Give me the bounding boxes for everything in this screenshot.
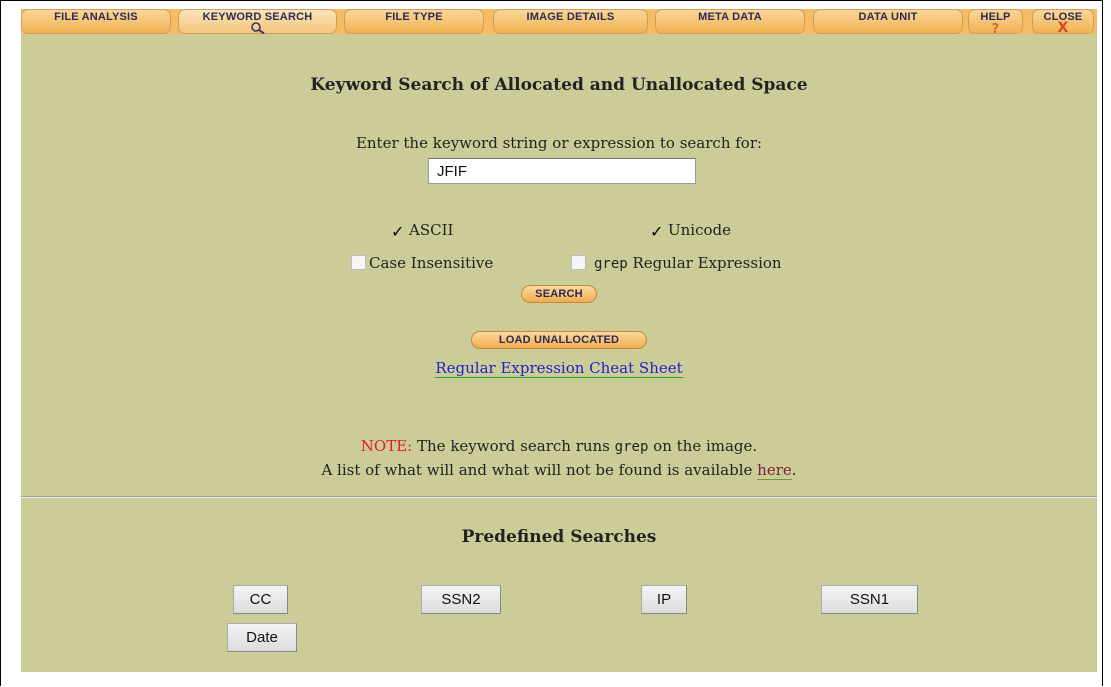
unicode-option[interactable]: ✓ Unicode xyxy=(650,221,731,241)
ascii-label: ASCII xyxy=(409,221,454,239)
grep-regex-checkbox[interactable] xyxy=(571,255,586,270)
tab-bar: File Analysis Keyword Search File Type I… xyxy=(21,9,1097,37)
cheat-sheet-link-row: Regular Expression Cheat Sheet xyxy=(21,359,1097,378)
case-insensitive-option[interactable]: Case Insensitive xyxy=(351,254,493,272)
tab-label: Data Unit xyxy=(858,11,918,23)
predefined-ip-button[interactable]: IP xyxy=(641,585,687,614)
note-code: grep xyxy=(614,439,649,455)
close-x-icon: X xyxy=(1057,20,1069,36)
grep-code-text: grep xyxy=(594,256,628,272)
note-period: . xyxy=(791,461,797,479)
load-unallocated-button[interactable]: Load Unallocated xyxy=(471,331,647,349)
case-insensitive-label: Case Insensitive xyxy=(369,254,494,272)
note-text: A list of what will and what will not be… xyxy=(321,461,753,479)
note-text: on the image. xyxy=(653,437,758,455)
predefined-searches-title: Predefined Searches xyxy=(461,527,657,547)
here-link[interactable]: here xyxy=(757,461,792,480)
tab-data-unit[interactable]: Data Unit xyxy=(813,9,963,34)
tab-label: File Type xyxy=(385,11,443,23)
grep-regex-label: Regular Expression xyxy=(632,254,782,272)
predefined-ssn1-button[interactable]: SSN1 xyxy=(821,585,918,614)
keyword-input[interactable] xyxy=(428,158,696,184)
tab-label: Image Details xyxy=(526,11,615,23)
tab-file-type[interactable]: File Type xyxy=(344,9,484,34)
unicode-checkbox[interactable]: ✓ xyxy=(650,224,665,241)
case-insensitive-checkbox[interactable] xyxy=(351,255,366,270)
tab-close[interactable]: Close X xyxy=(1032,9,1094,36)
note-line-1: NOTE: The keyword search runs grep on th… xyxy=(21,437,1097,455)
ascii-checkbox[interactable]: ✓ xyxy=(391,224,406,241)
section-divider xyxy=(21,496,1097,498)
cheat-sheet-link[interactable]: Regular Expression Cheat Sheet xyxy=(435,359,683,378)
question-mark-icon: ? xyxy=(991,22,1000,37)
keyword-prompt: Enter the keyword string or expression t… xyxy=(355,134,763,152)
predefined-date-button[interactable]: Date xyxy=(227,623,297,652)
page-title: Keyword Search of Allocated and Unalloca… xyxy=(310,75,808,95)
predefined-ssn2-button[interactable]: SSN2 xyxy=(421,585,501,614)
magnifier-icon xyxy=(179,22,336,35)
ascii-option[interactable]: ✓ ASCII xyxy=(391,221,453,241)
tab-label: Meta Data xyxy=(698,11,762,23)
note-line-2: A list of what will and what will not be… xyxy=(21,461,1097,480)
page: File Analysis Keyword Search File Type I… xyxy=(21,9,1097,672)
tab-file-analysis[interactable]: File Analysis xyxy=(21,9,171,34)
tab-meta-data[interactable]: Meta Data xyxy=(655,9,805,34)
unicode-label: Unicode xyxy=(668,221,732,239)
grep-regex-option[interactable]: grep Regular Expression xyxy=(571,254,782,272)
search-button[interactable]: Search xyxy=(521,285,597,303)
predefined-cc-button[interactable]: CC xyxy=(233,585,288,614)
note-text: The keyword search runs xyxy=(417,437,610,455)
note-label: NOTE: xyxy=(360,437,413,455)
tab-help[interactable]: Help ? xyxy=(968,9,1023,37)
tab-keyword-search[interactable]: Keyword Search xyxy=(178,9,337,35)
tab-image-details[interactable]: Image Details xyxy=(493,9,648,34)
tab-label: File Analysis xyxy=(54,11,138,23)
